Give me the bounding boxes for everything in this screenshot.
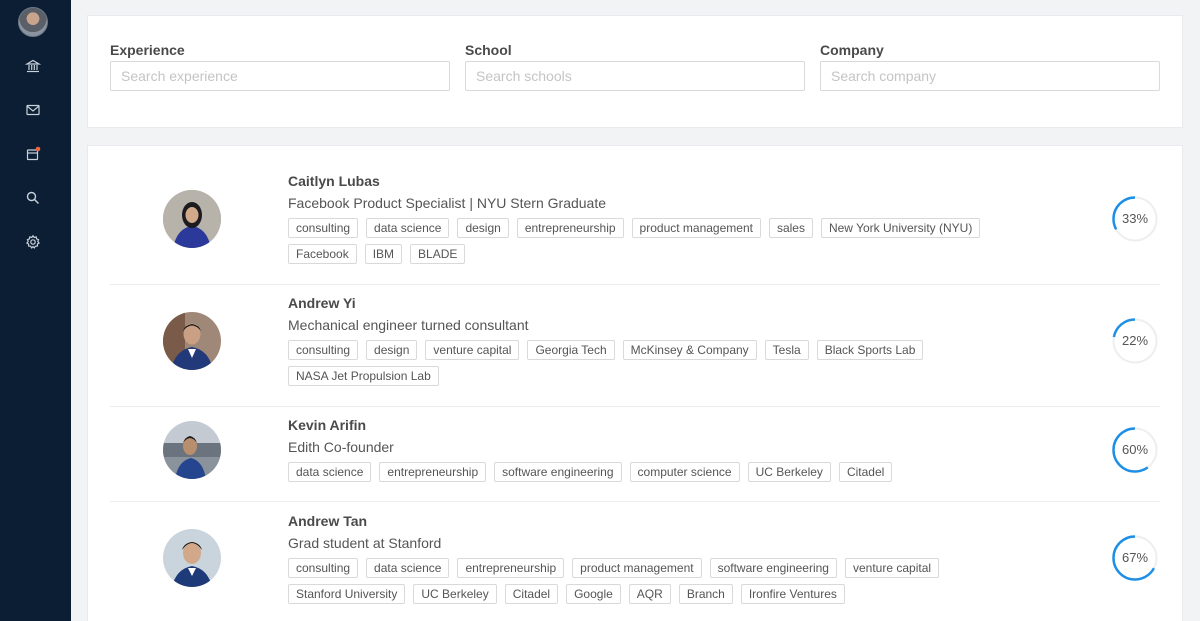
gear-icon[interactable]	[24, 233, 42, 251]
tag[interactable]: consulting	[288, 340, 359, 360]
profile-headline: Grad student at Stanford	[288, 535, 442, 551]
match-percent: 60%	[1121, 442, 1149, 457]
tag[interactable]: data science	[366, 558, 450, 578]
search-icon[interactable]	[24, 189, 42, 207]
profile-photo	[163, 421, 221, 479]
tag[interactable]: UC Berkeley	[747, 462, 831, 482]
experience-filter: Experience	[110, 41, 450, 91]
profile-name[interactable]: Andrew Yi	[288, 294, 1008, 312]
match-score: 67%	[1111, 534, 1159, 582]
tag[interactable]: product management	[631, 218, 761, 238]
profile-headline: Mechanical engineer turned consultant	[288, 317, 529, 333]
profile-name[interactable]: Kevin Arifin	[288, 416, 1008, 434]
match-score: 60%	[1111, 426, 1159, 474]
bank-icon[interactable]	[24, 57, 42, 75]
tag[interactable]: Google	[566, 584, 621, 604]
profile-list: Caitlyn Lubas Facebook Product Specialis…	[87, 145, 1183, 621]
tag[interactable]: IBM	[364, 244, 403, 264]
tag-list: data science entrepreneurship software e…	[288, 462, 1008, 482]
tag[interactable]: data science	[288, 462, 372, 482]
sidebar	[0, 0, 71, 621]
tag[interactable]: Citadel	[504, 584, 559, 604]
tag[interactable]: NASA Jet Propulsion Lab	[288, 366, 439, 386]
profile-row[interactable]: Andrew Yi Mechanical engineer turned con…	[110, 285, 1160, 407]
profile-info: Caitlyn Lubas Facebook Product Specialis…	[288, 172, 1008, 264]
experience-search-input[interactable]	[110, 61, 450, 91]
tag[interactable]: design	[366, 340, 418, 360]
tag[interactable]: data science	[366, 218, 450, 238]
school-label: School	[465, 42, 512, 58]
profile-headline: Edith Co-founder	[288, 439, 394, 455]
tag[interactable]: UC Berkeley	[413, 584, 497, 604]
tag[interactable]: McKinsey & Company	[622, 340, 757, 360]
tag[interactable]: venture capital	[425, 340, 520, 360]
tag-list: consulting data science design entrepren…	[288, 218, 1008, 264]
profile-info: Andrew Yi Mechanical engineer turned con…	[288, 294, 1008, 386]
tag[interactable]: Black Sports Lab	[816, 340, 924, 360]
profile-headline: Facebook Product Specialist | NYU Stern …	[288, 195, 607, 211]
profile-info: Andrew Tan Grad student at Stanford cons…	[288, 512, 1008, 604]
tag[interactable]: design	[457, 218, 509, 238]
tag[interactable]: sales	[768, 218, 813, 238]
match-percent: 22%	[1121, 333, 1149, 348]
tag[interactable]: Ironfire Ventures	[740, 584, 845, 604]
company-label: Company	[820, 42, 884, 58]
tag[interactable]: Tesla	[764, 340, 809, 360]
match-score: 22%	[1111, 317, 1159, 365]
profile-name[interactable]: Caitlyn Lubas	[288, 172, 1008, 190]
tag[interactable]: entrepreneurship	[379, 462, 487, 482]
tag[interactable]: computer science	[629, 462, 740, 482]
match-percent: 67%	[1121, 550, 1149, 565]
tag[interactable]: entrepreneurship	[516, 218, 624, 238]
search-filters: Experience School Company	[87, 15, 1183, 128]
tag[interactable]: AQR	[628, 584, 671, 604]
tag[interactable]: Branch	[678, 584, 733, 604]
profile-photo	[163, 529, 221, 587]
experience-label: Experience	[110, 42, 185, 58]
company-search-input[interactable]	[820, 61, 1160, 91]
profile-photo	[163, 312, 221, 370]
tag[interactable]: product management	[572, 558, 702, 578]
tag[interactable]: consulting	[288, 558, 359, 578]
tag[interactable]: venture capital	[844, 558, 940, 578]
tag-list: consulting design venture capital Georgi…	[288, 340, 1008, 386]
tag[interactable]: consulting	[288, 218, 359, 238]
profile-row[interactable]: Caitlyn Lubas Facebook Product Specialis…	[110, 146, 1160, 285]
tag[interactable]: Georgia Tech	[527, 340, 615, 360]
tag[interactable]: entrepreneurship	[457, 558, 565, 578]
company-filter: Company	[820, 41, 1160, 91]
school-search-input[interactable]	[465, 61, 805, 91]
user-avatar[interactable]	[18, 7, 48, 37]
tag[interactable]: software engineering	[494, 462, 622, 482]
tag[interactable]: Facebook	[288, 244, 357, 264]
calendar-icon[interactable]	[24, 145, 42, 163]
profile-row[interactable]: Kevin Arifin Edith Co-founder data scien…	[110, 407, 1160, 502]
school-filter: School	[465, 41, 805, 91]
tag[interactable]: New York University (NYU)	[820, 218, 981, 238]
tag[interactable]: Stanford University	[288, 584, 406, 604]
tag-list: consulting data science entrepreneurship…	[288, 558, 1008, 604]
match-score: 33%	[1111, 195, 1159, 243]
mail-icon[interactable]	[24, 101, 42, 119]
tag[interactable]: software engineering	[709, 558, 837, 578]
tag[interactable]: Citadel	[838, 462, 893, 482]
profile-row[interactable]: Andrew Tan Grad student at Stanford cons…	[110, 502, 1160, 621]
tag[interactable]: BLADE	[410, 244, 466, 264]
profile-name[interactable]: Andrew Tan	[288, 512, 1008, 530]
profile-photo	[163, 190, 221, 248]
match-percent: 33%	[1121, 211, 1149, 226]
profile-info: Kevin Arifin Edith Co-founder data scien…	[288, 416, 1008, 482]
